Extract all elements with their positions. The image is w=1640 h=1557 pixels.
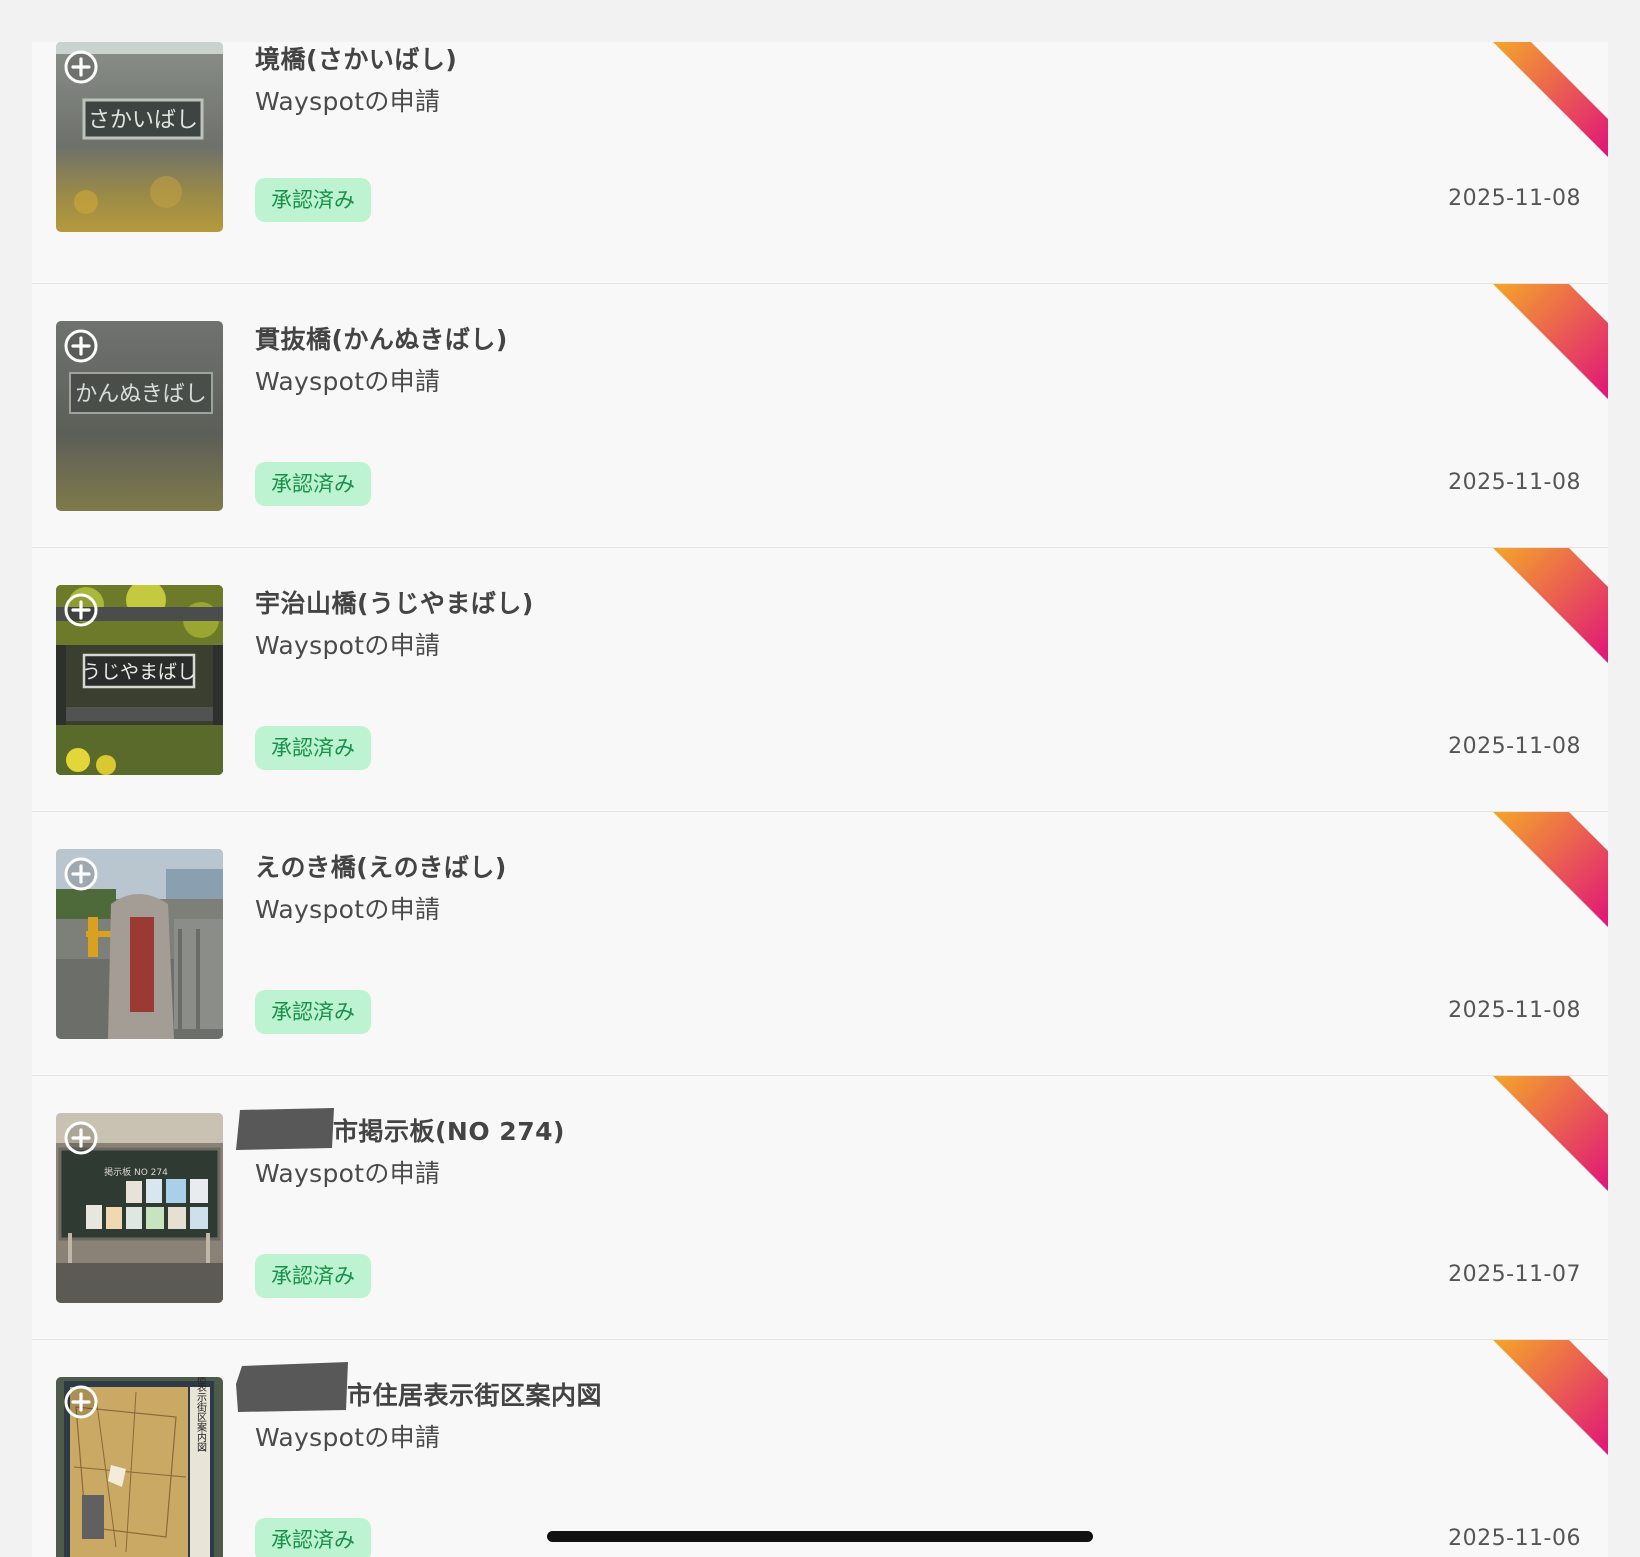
plus-circle-icon[interactable] (64, 1121, 98, 1155)
submission-title: えのき橋(えのきばし) (255, 853, 507, 882)
status-badge: 承認済み (255, 1254, 371, 1298)
submission-type: Wayspotの申請 (255, 631, 441, 660)
submission-date: 2025-11-06 (1448, 1526, 1581, 1551)
sign-text: うじやまばし (82, 661, 196, 683)
status-badge: 承認済み (255, 1518, 371, 1557)
submission-type: Wayspotの申請 (255, 367, 441, 396)
thumbnail-kannukibashi[interactable]: かんぬきばし (56, 321, 223, 511)
submission-title: 宇治山橋(うじやまばし) (255, 589, 534, 618)
status-corner-ribbon (1493, 1076, 1608, 1191)
submission-card[interactable]: さかいばし 境橋(さかいばし) Wayspotの申請 承認済み 2025-11-… (32, 42, 1608, 284)
submission-list: さかいばし 境橋(さかいばし) Wayspotの申請 承認済み 2025-11-… (32, 42, 1608, 1557)
plus-circle-icon[interactable] (64, 329, 98, 363)
status-badge: 承認済み (255, 990, 371, 1034)
status-corner-ribbon (1493, 284, 1608, 399)
sign-text: 掲示板 NO 274 (104, 1166, 168, 1178)
thumbnail-address-map[interactable]: 住居表示街区案内図 (56, 1377, 223, 1557)
status-badge: 承認済み (255, 178, 371, 222)
thumbnail-bulletin-board[interactable]: 掲示板 NO 274 (56, 1113, 223, 1303)
submission-card[interactable]: うじやまばし 宇治山橋(うじやまばし) Wayspotの申請 承認済み 2025… (32, 548, 1608, 812)
thumbnail-enokibashi[interactable] (56, 849, 223, 1039)
plus-circle-icon[interactable] (64, 593, 98, 627)
submission-type: Wayspotの申請 (255, 895, 441, 924)
plus-circle-icon[interactable] (64, 50, 98, 84)
submission-date: 2025-11-08 (1448, 470, 1581, 495)
submission-title: 市住居表示街区案内図 (347, 1381, 603, 1410)
thumbnail-sakaibashi[interactable]: さかいばし (56, 42, 223, 232)
sign-text: かんぬきばし (75, 382, 207, 407)
sign-text: 住居表示街区案内図 (195, 1377, 207, 1452)
submission-date: 2025-11-08 (1448, 186, 1581, 211)
home-indicator[interactable] (547, 1531, 1093, 1542)
submission-title: 境橋(さかいばし) (255, 45, 458, 74)
plus-circle-icon[interactable] (64, 857, 98, 891)
submission-title: 貫抜橋(かんぬきばし) (255, 325, 508, 354)
status-corner-ribbon (1493, 42, 1608, 157)
submission-card[interactable]: かんぬきばし 貫抜橋(かんぬきばし) Wayspotの申請 承認済み 2025-… (32, 284, 1608, 548)
plus-circle-icon[interactable] (64, 1385, 98, 1419)
redaction-mark (236, 1362, 348, 1412)
status-badge: 承認済み (255, 726, 371, 770)
status-badge: 承認済み (255, 462, 371, 506)
status-corner-ribbon (1493, 1340, 1608, 1455)
thumbnail-ujiyamabashi[interactable]: うじやまばし (56, 585, 223, 775)
submission-date: 2025-11-08 (1448, 998, 1581, 1023)
submission-date: 2025-11-07 (1448, 1262, 1581, 1287)
submission-card[interactable]: 住居表示街区案内図 市住居表示街区案内図 Wayspotの申請 承認済み 202… (32, 1340, 1608, 1557)
submission-card[interactable]: 掲示板 NO 274 市掲示板(NO 274) Wayspotの申請 承認済み … (32, 1076, 1608, 1340)
submission-date: 2025-11-08 (1448, 734, 1581, 759)
submission-type: Wayspotの申請 (255, 1423, 441, 1452)
status-corner-ribbon (1493, 812, 1608, 927)
redaction-mark (236, 1108, 334, 1150)
submission-title: 市掲示板(NO 274) (333, 1117, 565, 1146)
submission-card[interactable]: えのき橋(えのきばし) Wayspotの申請 承認済み 2025-11-08 (32, 812, 1608, 1076)
submission-type: Wayspotの申請 (255, 1159, 441, 1188)
submission-type: Wayspotの申請 (255, 87, 441, 116)
sign-text: さかいばし (88, 108, 198, 133)
status-corner-ribbon (1493, 548, 1608, 663)
